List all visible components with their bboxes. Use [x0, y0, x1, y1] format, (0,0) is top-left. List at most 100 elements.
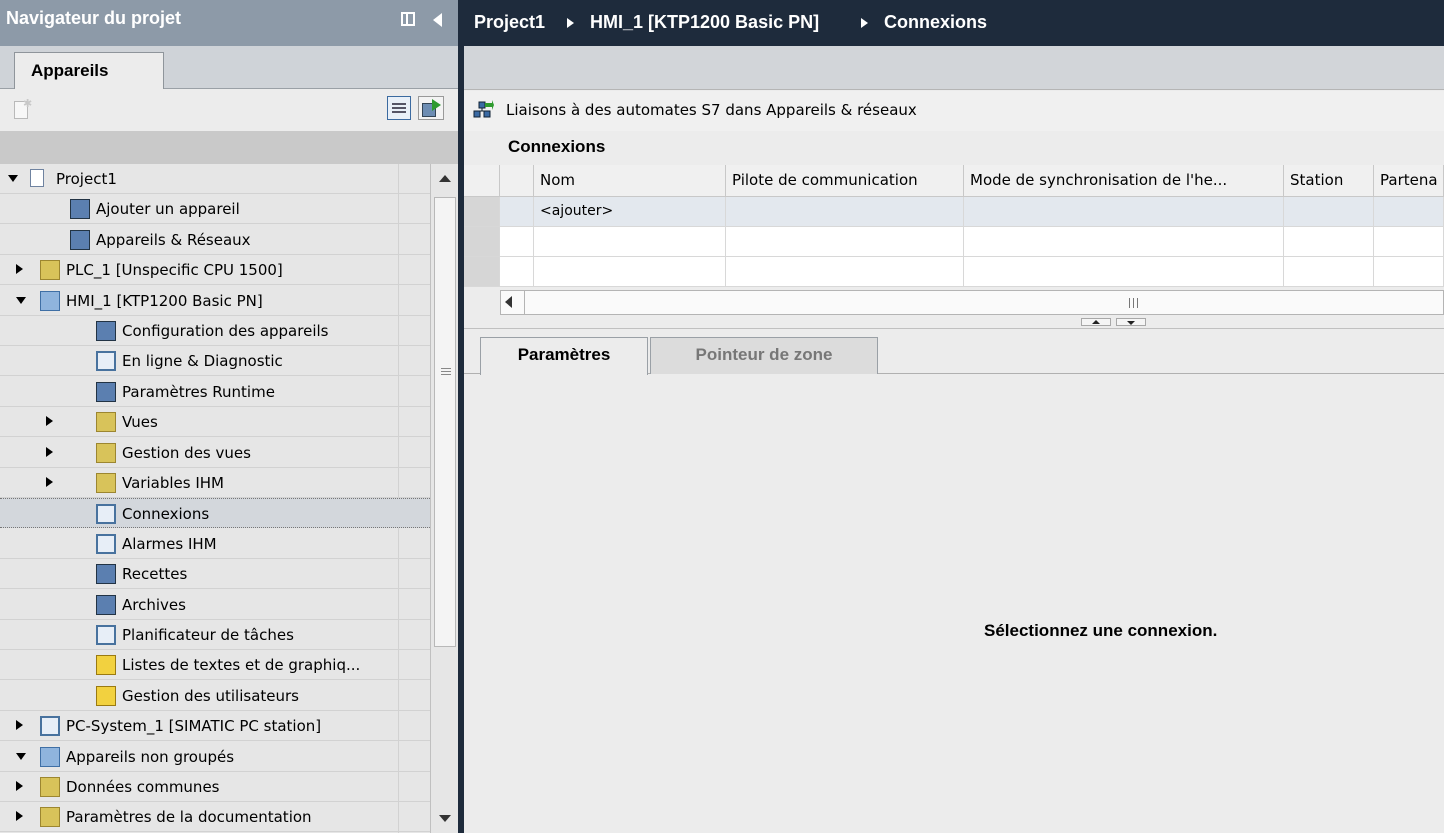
row-header-cell[interactable] — [464, 227, 500, 257]
column-header[interactable]: Nom — [534, 165, 726, 197]
tab-devices[interactable]: Appareils — [14, 52, 164, 90]
screens-folder-icon — [96, 412, 116, 433]
column-header[interactable]: Station — [1284, 165, 1374, 197]
expand-closed-icon[interactable] — [16, 264, 23, 275]
split-up-button[interactable] — [1081, 318, 1111, 326]
connections-table: Nom Pilote de communication Mode de synchr… — [464, 165, 1444, 287]
expand-open-icon[interactable] — [8, 175, 18, 182]
list-view-icon-line — [392, 111, 406, 113]
table-cell[interactable] — [964, 227, 1284, 257]
column-header[interactable]: Pilote de communication — [726, 165, 964, 197]
table-cell[interactable] — [534, 227, 726, 257]
tree-item[interactable]: PLC_1 [Unspecific CPU 1500] — [0, 255, 430, 286]
overview-button[interactable] — [418, 96, 444, 120]
table-cell[interactable]: <ajouter> — [534, 197, 726, 227]
breadcrumb-separator-icon — [567, 18, 574, 28]
expand-open-icon[interactable] — [16, 752, 26, 760]
tree-item[interactable]: HMI_1 [KTP1200 Basic PN] — [0, 286, 430, 316]
breadcrumb-item-project[interactable]: Project1 — [474, 12, 545, 33]
expand-closed-icon[interactable] — [16, 720, 23, 731]
tree-item[interactable]: Paramètres Runtime — [0, 377, 430, 407]
tree-item-label: Vues — [122, 413, 158, 432]
tree-item[interactable]: Données communes — [0, 772, 430, 802]
editor-splitbar[interactable] — [464, 316, 1444, 328]
navigator-scrollbar[interactable] — [430, 164, 458, 833]
pin-icon[interactable] — [401, 12, 415, 26]
add-connection-cell[interactable]: <ajouter> — [540, 203, 613, 219]
scroll-thumb[interactable] — [434, 197, 456, 647]
tree-item-label: HMI_1 [KTP1200 Basic PN] — [66, 291, 263, 310]
tree-item[interactable]: Gestion des utilisateurs — [0, 681, 430, 711]
table-cell[interactable] — [1374, 197, 1444, 227]
scroll-left-button[interactable] — [501, 291, 525, 314]
table-cell[interactable] — [500, 197, 534, 227]
device-config-icon — [96, 321, 116, 341]
arrow-up-icon — [1092, 320, 1100, 324]
expand-closed-icon[interactable] — [46, 446, 53, 457]
tree-item-label: PC-System_1 [SIMATIC PC station] — [66, 717, 322, 736]
table-cell[interactable] — [1374, 257, 1444, 287]
new-item-button[interactable]: ✱ — [12, 97, 34, 121]
tree-item[interactable]: Ajouter un appareil — [0, 194, 430, 225]
row-header-cell[interactable] — [464, 257, 500, 287]
table-cell[interactable] — [964, 257, 1284, 287]
s7-link-text[interactable]: Liaisons à des automates S7 dans Apparei… — [506, 101, 917, 119]
breadcrumb: Project1 HMI_1 [KTP1200 Basic PN] Connex… — [464, 0, 1444, 46]
table-cell[interactable] — [500, 257, 534, 287]
tree-item[interactable]: PC-System_1 [SIMATIC PC station] — [0, 711, 430, 742]
column-header-label: Station — [1290, 171, 1344, 189]
tree-item[interactable]: Vues — [0, 407, 430, 438]
tree-item[interactable]: Alarmes IHM — [0, 529, 430, 559]
table-cell[interactable] — [500, 227, 534, 257]
properties-tabbar: Paramètres Pointeur de zone — [464, 329, 1444, 375]
tree-item[interactable]: Archives — [0, 590, 430, 620]
expand-closed-icon[interactable] — [46, 416, 53, 427]
tree-item[interactable]: Connexions — [0, 498, 430, 529]
tree-item[interactable]: Recettes — [0, 559, 430, 590]
runtime-settings-icon — [96, 381, 116, 402]
detail-view-button[interactable] — [387, 96, 411, 120]
table-cell[interactable] — [1374, 227, 1444, 257]
table-cell[interactable] — [534, 257, 726, 287]
table-cell[interactable] — [726, 227, 964, 257]
tree-item[interactable]: Gestion des vues — [0, 438, 430, 468]
scroll-down-icon[interactable] — [439, 815, 451, 822]
tree-item[interactable]: Configuration des appareils — [0, 316, 430, 346]
tree-item[interactable]: Project1 — [0, 164, 430, 194]
expand-closed-icon[interactable] — [46, 477, 53, 487]
table-hscrollbar[interactable] — [500, 290, 1444, 315]
split-down-button[interactable] — [1116, 318, 1146, 326]
tree-item-label: Configuration des appareils — [122, 322, 329, 340]
tab-area-pointer[interactable]: Pointeur de zone — [650, 337, 878, 374]
network-link-icon[interactable] — [472, 99, 494, 121]
tree-item[interactable]: En ligne & Diagnostic — [0, 346, 430, 377]
table-cell[interactable] — [1284, 227, 1374, 257]
tab-area-pointer-label: Pointeur de zone — [695, 345, 833, 364]
hmi-folder-icon — [40, 290, 60, 311]
table-cell[interactable] — [964, 197, 1284, 227]
breadcrumb-item-connections[interactable]: Connexions — [884, 12, 987, 33]
table-cell[interactable] — [1284, 197, 1374, 227]
tree-item[interactable]: Planificateur de tâches — [0, 620, 430, 650]
table-cell[interactable] — [726, 257, 964, 287]
scroll-up-icon[interactable] — [439, 175, 451, 182]
project-navigator: Navigateur du projet Appareils ✱ Project… — [0, 0, 458, 833]
tree-item[interactable]: Paramètres de la documentation — [0, 802, 430, 833]
collapse-left-icon[interactable] — [433, 13, 442, 27]
column-header[interactable]: Mode de synchronisation de l'he... — [964, 165, 1284, 197]
navigator-tabbar: Appareils — [0, 46, 458, 90]
tree-item[interactable]: Listes de textes et de graphiq... — [0, 650, 430, 681]
tree-item[interactable]: Appareils & Réseaux — [0, 225, 430, 255]
tree-item[interactable]: Variables IHM — [0, 468, 430, 498]
table-cell[interactable] — [726, 197, 964, 227]
expand-closed-icon[interactable] — [16, 781, 23, 791]
table-cell[interactable] — [1284, 257, 1374, 287]
breadcrumb-item-hmi[interactable]: HMI_1 [KTP1200 Basic PN] — [590, 12, 819, 33]
tab-parameters[interactable]: Paramètres — [480, 337, 648, 375]
expand-open-icon[interactable] — [16, 296, 26, 304]
hmi-alarms-icon — [96, 533, 116, 554]
column-header[interactable]: Partena — [1374, 165, 1444, 197]
row-header-cell[interactable] — [464, 197, 500, 227]
tree-item[interactable]: Appareils non groupés — [0, 742, 430, 772]
expand-closed-icon[interactable] — [16, 811, 23, 822]
